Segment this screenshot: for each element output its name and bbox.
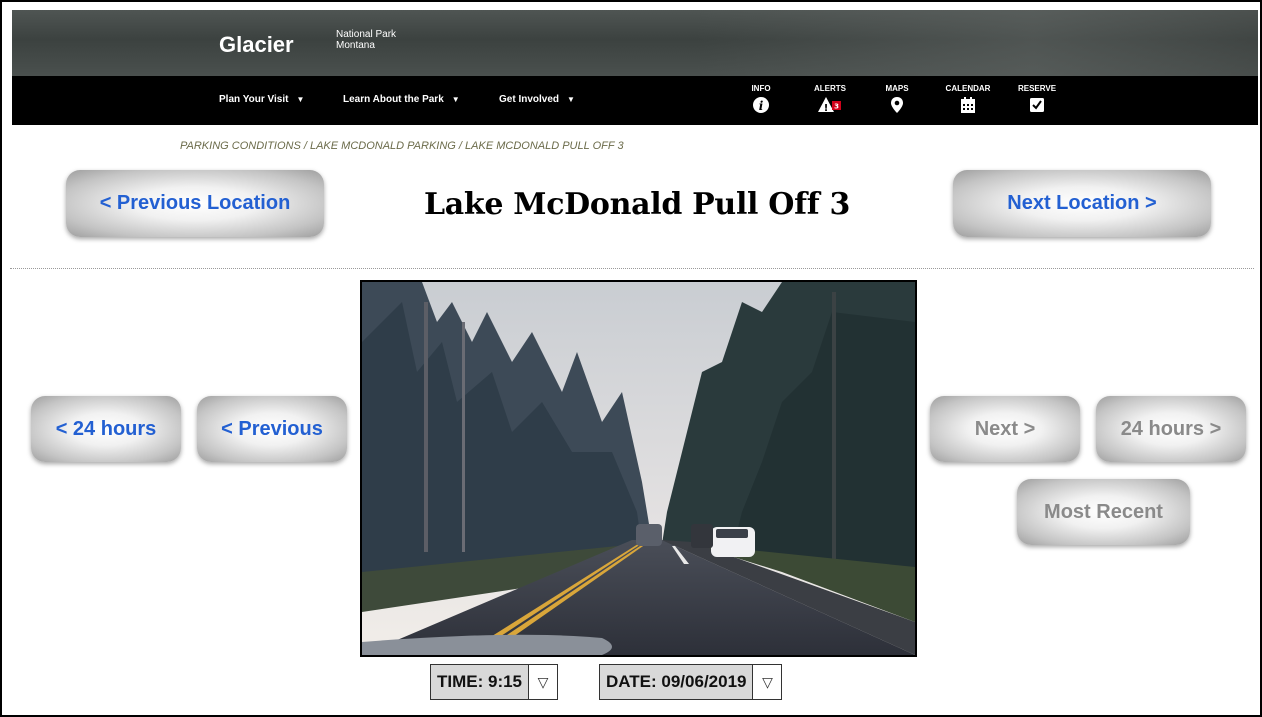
park-name[interactable]: Glacier [219, 32, 294, 58]
previous-image-button[interactable]: < Previous [197, 396, 347, 462]
nav-label: Learn About the Park [343, 94, 444, 105]
quicklink-label: CALENDAR [945, 84, 991, 93]
alert-icon: ! 3 [800, 96, 860, 114]
forward-24-hours-button[interactable]: 24 hours > [1096, 396, 1246, 462]
quicklink-label: ALERTS [814, 84, 846, 93]
page-frame: Glacier National Park Montana Plan Your … [0, 0, 1262, 717]
dropdown-arrow-icon[interactable]: ▽ [529, 665, 558, 699]
chevron-down-icon: ▼ [567, 95, 575, 104]
info-icon: i [731, 96, 791, 114]
quicklink-reserve[interactable]: RESERVE [1007, 84, 1067, 114]
quicklink-label: INFO [751, 84, 771, 93]
svg-text:!: ! [824, 103, 829, 114]
next-image-button[interactable]: Next > [930, 396, 1080, 462]
time-select[interactable]: TIME: 9:15 ▽ [430, 664, 559, 700]
subtitle-line-1: National Park [336, 29, 397, 40]
map-pin-icon [867, 96, 927, 114]
quicklink-alerts[interactable]: ALERTS ! 3 [800, 84, 860, 114]
section-divider [10, 268, 1254, 269]
quicklink-info[interactable]: INFO i [731, 84, 791, 114]
svg-text:i: i [759, 99, 764, 113]
time-select-label: TIME: 9:15 [431, 665, 530, 699]
chevron-down-icon: ▼ [296, 95, 305, 104]
next-location-button[interactable]: Next Location > [953, 170, 1211, 237]
header-banner: Glacier National Park Montana [12, 10, 1258, 76]
date-select[interactable]: DATE: 09/06/2019 ▽ [599, 664, 783, 700]
quicklink-maps[interactable]: MAPS [867, 84, 927, 114]
main-nav: Plan Your Visit ▼ Learn About the Park ▼ G… [12, 76, 1258, 125]
dropdown-arrow-icon[interactable]: ▽ [753, 665, 782, 699]
nav-get-involved[interactable]: Get Involved ▼ [499, 94, 575, 105]
nav-label: Get Involved [499, 94, 560, 105]
date-select-label: DATE: 09/06/2019 [600, 665, 754, 699]
subtitle-line-2: Montana [336, 40, 375, 51]
previous-location-button[interactable]: < Previous Location [66, 170, 324, 237]
quicklink-label: RESERVE [1017, 84, 1057, 93]
park-subtitle: National Park Montana [336, 29, 396, 51]
nav-plan-your-visit[interactable]: Plan Your Visit ▼ [219, 94, 304, 105]
site-header: Glacier National Park Montana Plan Your … [12, 10, 1258, 125]
quicklink-label: MAPS [885, 84, 909, 93]
checkbox-icon [1007, 96, 1067, 114]
alert-count-badge: 3 [834, 103, 839, 111]
chevron-down-icon: ▼ [451, 95, 460, 104]
breadcrumb[interactable]: PARKING CONDITIONS / LAKE MCDONALD PARKI… [180, 140, 624, 152]
webcam-image [360, 280, 917, 657]
quicklink-calendar[interactable]: CALENDAR [938, 84, 998, 114]
back-24-hours-button[interactable]: < 24 hours [31, 396, 181, 462]
calendar-icon [938, 96, 998, 114]
nav-label: Plan Your Visit [219, 94, 289, 105]
most-recent-button[interactable]: Most Recent [1017, 479, 1190, 545]
nav-learn-about-park[interactable]: Learn About the Park ▼ [343, 94, 460, 105]
page-title: Lake McDonald Pull Off 3 [423, 187, 851, 222]
